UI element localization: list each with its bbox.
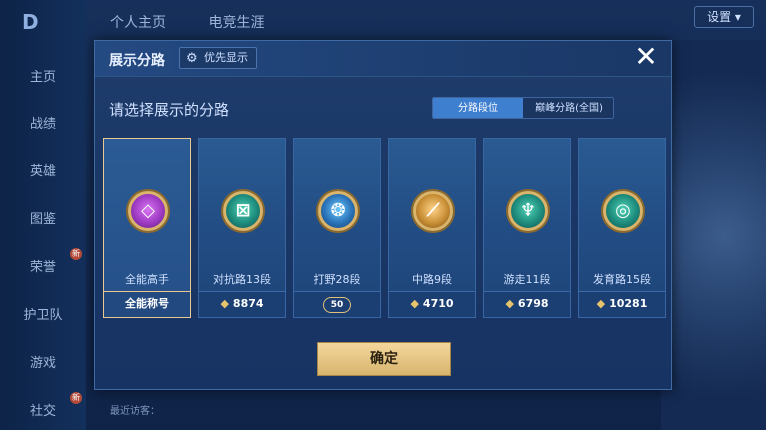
close-icon: ✕: [634, 40, 658, 73]
lane-card-mid[interactable]: ⟋ 中路9段 ◆ 4710: [388, 138, 476, 318]
nav-item-codex[interactable]: 图鉴: [0, 208, 86, 227]
priority-display-label: 优先显示: [204, 51, 248, 64]
tab-lane-rank[interactable]: 分路段位: [433, 98, 523, 118]
lane-card-farm[interactable]: ◎ 发育路15段 ◆ 10281: [578, 138, 666, 318]
dialog-header: 展示分路 ⚙ 优先显示 ✕: [95, 41, 671, 77]
top-tabs: 个人主页 电竞生涯: [110, 12, 302, 32]
background-art: [661, 40, 766, 430]
tab-profile[interactable]: 个人主页: [110, 15, 166, 31]
lane-footer: 50: [294, 291, 380, 317]
lane-name: 发育路15段: [593, 273, 651, 286]
lane-name: 中路9段: [412, 273, 452, 286]
coin-icon: ◆: [220, 297, 229, 310]
nav-item-social[interactable]: 社交新: [0, 392, 86, 419]
level-badge: 50: [323, 297, 351, 313]
lane-footer: 全能称号: [104, 291, 190, 317]
lane-display-dialog: 展示分路 ⚙ 优先显示 ✕ 请选择展示的分路 分路段位 巅峰分路(全国) ◇ 全…: [94, 40, 672, 390]
gear-icon: ⚙: [186, 51, 198, 66]
lane-mode-toggle: 分路段位 巅峰分路(全国): [432, 97, 614, 119]
close-button[interactable]: ✕: [631, 43, 661, 73]
tab-esports[interactable]: 电竞生涯: [208, 15, 264, 31]
jungle-emblem-icon: ❂: [318, 191, 358, 231]
lane-footer: ◆ 6798: [484, 291, 570, 317]
lane-footer: ◆ 4710: [389, 291, 475, 317]
clash-lane-emblem-icon: ⊠: [223, 191, 263, 231]
settings-button[interactable]: 设置 ▾: [694, 6, 754, 28]
dialog-subtitle: 请选择展示的分路: [109, 101, 230, 119]
nav-item-guard[interactable]: 护卫队: [0, 304, 86, 323]
nav-item-record[interactable]: 战绩: [0, 113, 86, 132]
priority-display-button[interactable]: ⚙ 优先显示: [179, 47, 257, 69]
lane-card-jungle[interactable]: ❂ 打野28段 50: [293, 138, 381, 318]
lane-name: 对抗路13段: [213, 273, 271, 286]
new-badge: 新: [70, 248, 82, 260]
new-badge: 新: [70, 392, 82, 404]
lane-name: 游走11段: [503, 273, 551, 286]
lane-card-clash[interactable]: ⊠ 对抗路13段 ◆ 8874: [198, 138, 286, 318]
coin-icon: ◆: [596, 297, 606, 310]
mid-lane-emblem-icon: ⟋: [413, 191, 453, 231]
lane-name: 全能高手: [125, 273, 169, 286]
lane-footer: ◆ 10281: [579, 291, 665, 317]
lane-name: 打野28段: [313, 273, 361, 286]
nav-item-heroes[interactable]: 英雄: [0, 160, 86, 179]
roam-emblem-icon: ♆: [508, 191, 548, 231]
confirm-button[interactable]: 确定: [317, 342, 451, 376]
lane-card-all-round[interactable]: ◇ 全能高手 全能称号: [103, 138, 191, 318]
coin-icon: ◆: [505, 297, 514, 310]
tab-peak-lane[interactable]: 巅峰分路(全国): [523, 98, 613, 118]
dialog-title: 展示分路: [109, 53, 165, 69]
left-nav: D 主页 战绩 英雄 图鉴 荣誉新 护卫队 游戏 社交新: [0, 0, 86, 430]
farm-lane-emblem-icon: ◎: [603, 191, 643, 231]
nav-item-games[interactable]: 游戏: [0, 352, 86, 371]
lane-card-roam[interactable]: ♆ 游走11段 ◆ 6798: [483, 138, 571, 318]
nav-item-home[interactable]: 主页: [0, 66, 86, 85]
coin-icon: ◆: [410, 297, 419, 310]
all-round-emblem-icon: ◇: [128, 191, 168, 231]
nav-item-honor[interactable]: 荣誉新: [0, 248, 86, 275]
lane-footer: ◆ 8874: [199, 291, 285, 317]
logo-icon: D: [22, 10, 39, 34]
recent-visitors-label: 最近访客：: [110, 406, 160, 417]
